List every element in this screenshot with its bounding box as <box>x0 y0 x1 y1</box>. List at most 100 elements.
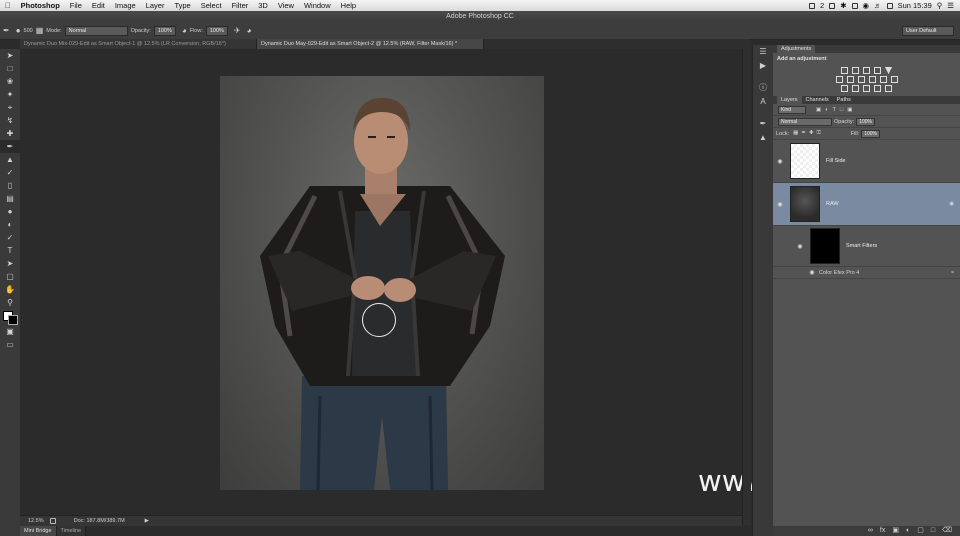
volume-icon[interactable]: ♬ <box>874 1 882 10</box>
zoom-level[interactable]: 12.5% <box>28 518 44 524</box>
tab-adjustments[interactable]: Adjustments <box>777 45 816 53</box>
pressure-size-icon[interactable]: ◕ <box>247 26 252 35</box>
color-lookup-icon[interactable] <box>890 76 898 83</box>
layer-opacity-field[interactable]: 100% <box>856 117 875 126</box>
quick-selection-tool-icon[interactable]: ✦ <box>0 88 20 101</box>
quick-mask-icon[interactable]: ▣ <box>0 325 20 338</box>
menu-type[interactable]: Type <box>169 1 195 10</box>
menu-image[interactable]: Image <box>110 1 141 10</box>
clone-source-panel-icon[interactable]: ▲ <box>753 131 773 145</box>
fill-field[interactable]: 100% <box>861 129 880 138</box>
document-tab-1[interactable]: Dynamic Duo Mix-029-Edit as Smart Object… <box>20 39 257 49</box>
hand-tool-icon[interactable]: ✋ <box>0 283 20 296</box>
apple-icon[interactable]:  <box>0 1 16 10</box>
list-icon[interactable]: ☰ <box>947 1 954 10</box>
new-group-icon[interactable]: ▢ <box>917 526 924 536</box>
document-tab-2[interactable]: Dynamic Duo May-029-Edit as Smart Object… <box>257 39 484 49</box>
menu-file[interactable]: File <box>65 1 87 10</box>
layer-style-icon[interactable]: fx <box>880 526 885 536</box>
vibrance-icon[interactable] <box>885 67 892 74</box>
display-icon[interactable] <box>851 2 858 9</box>
layer-row-fill-side[interactable]: ◉ Fill Side <box>773 140 960 183</box>
layer-kind-select[interactable]: Kind <box>778 105 806 114</box>
app-status-icon[interactable] <box>829 2 836 9</box>
curves-icon[interactable] <box>863 67 870 74</box>
layer-name[interactable]: Fill Side <box>826 158 846 164</box>
invert-icon[interactable] <box>841 85 848 92</box>
crop-tool-icon[interactable]: ⌖ <box>0 101 20 114</box>
clone-stamp-tool-icon[interactable]: ▲ <box>0 153 20 166</box>
channel-mixer-icon[interactable] <box>879 76 887 83</box>
brush-presets-panel-icon[interactable]: ✒ <box>753 117 773 131</box>
workspace-select[interactable]: User Default <box>902 25 954 36</box>
flow-field[interactable]: 100% <box>205 25 228 36</box>
filter-options-icon[interactable]: ≈ <box>951 270 954 276</box>
smart-filters-row[interactable]: ◉ Smart Filters <box>773 226 960 267</box>
history-brush-tool-icon[interactable]: ✓ <box>0 166 20 179</box>
gradient-map-icon[interactable] <box>874 85 881 92</box>
actions-panel-icon[interactable]: ▶ <box>753 59 773 73</box>
dodge-tool-icon[interactable]: ◐ <box>0 218 20 231</box>
menu-edit[interactable]: Edit <box>87 1 110 10</box>
gradient-tool-icon[interactable]: ▤ <box>0 192 20 205</box>
tab-paths[interactable]: Paths <box>833 96 855 104</box>
history-panel-icon[interactable]: ☰ <box>753 45 773 59</box>
brush-preset-picker-icon[interactable]: ● <box>16 26 21 35</box>
status-menu-arrow-icon[interactable]: ▶ <box>145 518 149 524</box>
lasso-tool-icon[interactable]: ❀ <box>0 75 20 88</box>
visibility-eye-icon[interactable]: ◉ <box>773 201 787 208</box>
visibility-eye-icon[interactable]: ◉ <box>793 243 807 250</box>
status-icon[interactable] <box>809 2 816 9</box>
type-tool-icon[interactable]: T <box>0 244 20 257</box>
path-selection-tool-icon[interactable]: ➤ <box>0 257 20 270</box>
bluetooth-icon[interactable]: ✱ <box>840 1 846 10</box>
character-panel-icon[interactable]: A <box>753 95 773 109</box>
default-colors-icon[interactable] <box>0 309 20 325</box>
layer-filter-icons[interactable]: ▣◐T□▣ <box>816 107 856 113</box>
color-balance-icon[interactable] <box>846 76 854 83</box>
hue-saturation-icon[interactable] <box>835 76 843 83</box>
selective-color-icon[interactable] <box>885 85 892 92</box>
layer-mask-icon[interactable]: ▣ <box>892 526 899 536</box>
healing-brush-tool-icon[interactable]: ✚ <box>0 127 20 140</box>
new-layer-icon[interactable]: □ <box>931 526 935 536</box>
mode-select[interactable]: Normal <box>64 25 128 36</box>
brightness-contrast-icon[interactable] <box>841 67 848 74</box>
vertical-scrollbar[interactable] <box>742 49 751 525</box>
blend-mode-select[interactable]: Normal <box>778 117 832 126</box>
clock[interactable]: Sun 15:39 <box>898 1 932 10</box>
menu-view[interactable]: View <box>273 1 299 10</box>
lock-icons[interactable]: ▦✒✚⚿ <box>793 130 824 137</box>
shape-tool-icon[interactable]: ▢ <box>0 270 20 283</box>
brush-tool-icon[interactable]: ✒ <box>0 140 20 153</box>
zoom-tool-icon[interactable]: ⚲ <box>0 296 20 309</box>
document-canvas-photo[interactable] <box>220 76 544 490</box>
menu-layer[interactable]: Layer <box>141 1 170 10</box>
smart-filter-item[interactable]: ◉ Color Efex Pro 4 ≈ <box>773 267 960 279</box>
pressure-opacity-icon[interactable]: ◕ <box>182 26 187 35</box>
menu-window[interactable]: Window <box>299 1 336 10</box>
tab-channels[interactable]: Channels <box>802 96 833 104</box>
menu-app-name[interactable]: Photoshop <box>16 1 65 10</box>
visibility-eye-icon[interactable]: ◉ <box>773 158 787 165</box>
layer-row-raw[interactable]: ◉ RAW ◉ <box>773 183 960 226</box>
eraser-tool-icon[interactable]: ▯ <box>0 179 20 192</box>
tab-layers[interactable]: Layers <box>777 96 802 104</box>
tab-timeline[interactable]: Timeline <box>56 526 87 536</box>
threshold-icon[interactable] <box>863 85 870 92</box>
levels-icon[interactable] <box>852 67 859 74</box>
eyedropper-tool-icon[interactable]: ↯ <box>0 114 20 127</box>
adjustment-layer-icon[interactable]: ◐ <box>906 526 910 536</box>
status-share-icon[interactable] <box>49 518 56 524</box>
info-panel-icon[interactable]: ⓘ <box>753 81 773 95</box>
blur-tool-icon[interactable]: ● <box>0 205 20 218</box>
wifi-icon[interactable]: ◉ <box>863 1 870 10</box>
opacity-field[interactable]: 100% <box>153 25 176 36</box>
visibility-eye-icon[interactable]: ◉ <box>805 269 819 276</box>
layer-name[interactable]: RAW <box>826 201 839 207</box>
menu-select[interactable]: Select <box>196 1 227 10</box>
menu-filter[interactable]: Filter <box>227 1 254 10</box>
move-tool-icon[interactable]: ➤ <box>0 49 20 62</box>
black-white-icon[interactable] <box>857 76 865 83</box>
pen-tool-icon[interactable]: ✓ <box>0 231 20 244</box>
